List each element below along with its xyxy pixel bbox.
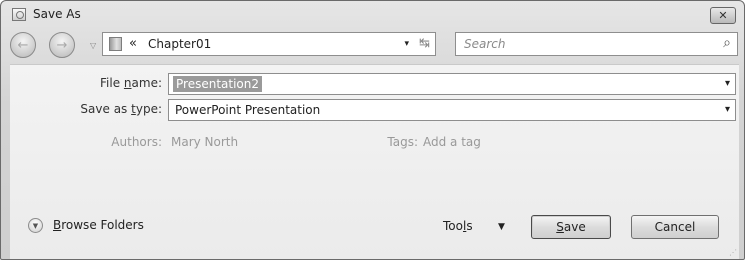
file-name-value[interactable]: Presentation2 (173, 76, 262, 92)
path-overflow-chevron[interactable]: « (129, 36, 137, 51)
address-bar[interactable]: « Chapter01 ▾ ↹ (102, 32, 436, 56)
search-icon[interactable]: ⌕ (723, 35, 731, 51)
file-name-label: File name: (100, 76, 162, 90)
search-placeholder: Search (464, 37, 506, 51)
save-type-select[interactable]: PowerPoint Presentation ▾ (168, 99, 736, 121)
save-as-dialog: Save As ✕ ← → ▽ « Chapter01 ▾ ↹ Search ⌕… (0, 0, 745, 260)
search-input[interactable]: Search ⌕ (455, 32, 738, 56)
resize-grip[interactable]: ⋰ (729, 248, 737, 257)
file-name-field[interactable]: Presentation2 ▾ (168, 73, 736, 95)
save-type-value: PowerPoint Presentation (175, 103, 321, 117)
save-button[interactable]: Save (531, 215, 611, 239)
authors-value[interactable]: Mary North (171, 135, 238, 149)
tools-menu-button[interactable]: Tools (443, 219, 473, 233)
address-dropdown-icon[interactable]: ▾ (404, 39, 409, 49)
path-segment[interactable]: Chapter01 (148, 37, 211, 51)
refresh-icon[interactable]: ↹ (419, 36, 430, 51)
dialog-title: Save As (33, 7, 81, 21)
tags-label: Tags: (387, 135, 418, 149)
navigation-bar: ← → ▽ « Chapter01 ▾ ↹ Search ⌕ (1, 30, 744, 64)
recent-pages-dropdown[interactable]: ▽ (90, 41, 96, 50)
back-button[interactable]: ← (10, 32, 36, 58)
forward-button[interactable]: → (49, 32, 75, 58)
cancel-button[interactable]: Cancel (631, 215, 719, 239)
title-bar: Save As ✕ (1, 1, 744, 29)
close-button[interactable]: ✕ (710, 7, 736, 24)
app-icon (12, 8, 26, 21)
browse-folders-expand-icon[interactable]: ▼ (28, 218, 43, 233)
browse-folders-button[interactable]: Browse Folders (53, 218, 144, 232)
save-type-dropdown-icon[interactable]: ▾ (725, 104, 730, 115)
tools-dropdown-icon[interactable]: ▼ (498, 222, 505, 232)
folder-icon (109, 37, 122, 51)
save-type-label: Save as type: (80, 102, 162, 116)
form-panel: File name: Presentation2 ▾ Save as type:… (10, 64, 739, 259)
tags-value[interactable]: Add a tag (423, 135, 481, 149)
file-name-dropdown-icon[interactable]: ▾ (725, 78, 730, 89)
authors-label: Authors: (111, 135, 162, 149)
